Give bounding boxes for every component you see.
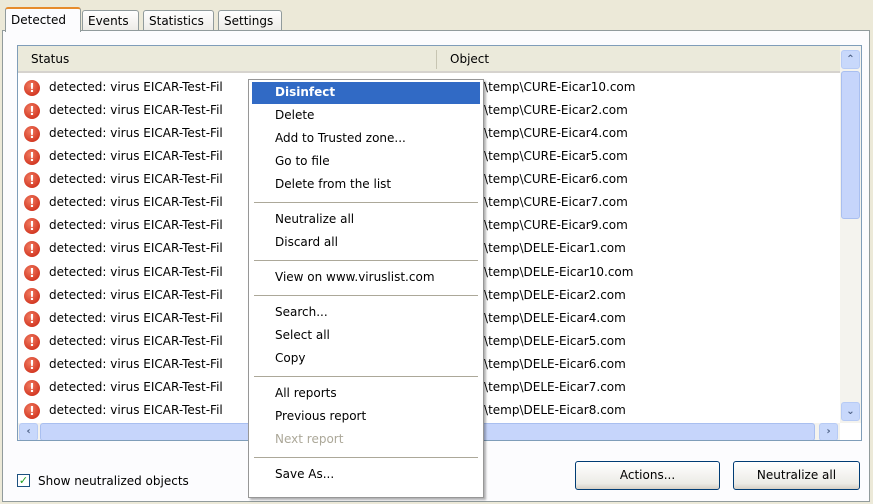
menu-item-next-report: Next report (275, 432, 344, 446)
menu-item-save-as[interactable]: Save As... (252, 464, 480, 486)
row-object: :\temp\CURE-Eicar4.com (480, 126, 628, 141)
row-status: detected: virus EICAR-Test-Fil (49, 402, 223, 417)
row-status: detected: virus EICAR-Test-Fil (49, 218, 223, 233)
row-object: :\temp\DELE-Eicar6.com (480, 356, 626, 371)
menu-item-neutralize-all[interactable]: Neutralize all (252, 209, 480, 231)
context-menu: Disinfect Delete Add to Trusted zone... Go … (248, 79, 484, 498)
menu-item-previous-report[interactable]: Previous report (252, 406, 480, 428)
alert-icon: ! (24, 402, 40, 419)
row-object: :\temp\DELE-Eicar10.com (480, 264, 634, 279)
alert-icon: ! (24, 80, 40, 96)
row-status: detected: virus EICAR-Test-Fil (49, 356, 223, 371)
list-header: Status Object (18, 46, 840, 73)
menu-item-all-reports[interactable]: All reports (252, 383, 480, 405)
alert-icon: ! (24, 241, 40, 258)
alert-icon: ! (24, 310, 40, 327)
row-status: detected: virus EICAR-Test-Fil (49, 126, 223, 141)
row-status: detected: virus EICAR-Test-Fil (49, 195, 223, 210)
column-object[interactable]: Object (450, 52, 489, 66)
tab-settings[interactable]: Settings (218, 10, 282, 31)
alert-icon: ! (24, 126, 40, 143)
alert-icon: ! (24, 333, 40, 350)
scroll-left-button[interactable]: ‹ (19, 423, 38, 440)
vertical-scrollbar[interactable]: ⌃ ⌄ (840, 46, 861, 423)
menu-separator (254, 202, 478, 203)
row-status: detected: virus EICAR-Test-Fil (49, 310, 223, 325)
show-neutralized-label[interactable]: Show neutralized objects (38, 474, 189, 488)
row-object: :\temp\CURE-Eicar7.com (480, 195, 628, 210)
column-divider[interactable] (436, 50, 437, 69)
actions-button[interactable]: Actions... (575, 461, 720, 490)
row-object: :\temp\CURE-Eicar2.com (480, 103, 628, 118)
row-status: detected: virus EICAR-Test-Fil (49, 379, 223, 394)
menu-item-delete[interactable]: Delete (252, 105, 480, 127)
alert-icon: ! (24, 218, 40, 235)
vertical-scroll-thumb[interactable] (841, 71, 860, 219)
row-object: :\temp\DELE-Eicar8.com (480, 402, 626, 417)
row-status: detected: virus EICAR-Test-Fil (49, 333, 223, 348)
tab-detected[interactable]: Detected (5, 7, 81, 32)
menu-item-view-on-www-viruslist-com[interactable]: View on www.viruslist.com (252, 267, 480, 289)
menu-item-go-to-file[interactable]: Go to file (252, 151, 480, 173)
scroll-right-button[interactable]: › (819, 423, 838, 440)
row-object: :\temp\CURE-Eicar9.com (480, 218, 628, 233)
menu-item-copy[interactable]: Copy (252, 348, 480, 370)
alert-icon: ! (24, 264, 40, 281)
alert-icon: ! (24, 172, 40, 189)
row-object: :\temp\DELE-Eicar1.com (480, 241, 626, 256)
row-object: :\temp\DELE-Eicar7.com (480, 379, 626, 394)
menu-separator (254, 457, 478, 458)
alert-icon: ! (24, 379, 40, 396)
scroll-down-button[interactable]: ⌄ (841, 402, 860, 421)
row-status: detected: virus EICAR-Test-Fil (49, 287, 223, 302)
row-status: detected: virus EICAR-Test-Fil (49, 172, 223, 187)
row-status: detected: virus EICAR-Test-Fil (49, 149, 223, 164)
row-object: :\temp\CURE-Eicar6.com (480, 172, 628, 187)
menu-separator (254, 260, 478, 261)
tab-events[interactable]: Events (82, 10, 139, 31)
alert-icon: ! (24, 195, 40, 212)
menu-separator (254, 376, 478, 377)
row-status: detected: virus EICAR-Test-Fil (49, 80, 223, 94)
tab-statistics[interactable]: Statistics (143, 10, 214, 31)
alert-icon: ! (24, 103, 40, 120)
menu-item-delete-from-the-list[interactable]: Delete from the list (252, 174, 480, 196)
alert-icon: ! (24, 287, 40, 304)
scroll-up-button[interactable]: ⌃ (841, 50, 860, 69)
menu-item-disinfect[interactable]: Disinfect (252, 82, 480, 104)
row-object: :\temp\DELE-Eicar5.com (480, 333, 626, 348)
menu-item-discard-all[interactable]: Discard all (252, 232, 480, 254)
menu-item-add-to-trusted-zone[interactable]: Add to Trusted zone... (252, 128, 480, 150)
row-object: :\temp\DELE-Eicar4.com (480, 310, 626, 325)
row-status: detected: virus EICAR-Test-Fil (49, 103, 223, 118)
menu-item-search[interactable]: Search... (252, 302, 480, 324)
alert-icon: ! (24, 149, 40, 166)
neutralize-all-button[interactable]: Neutralize all (733, 461, 860, 490)
show-neutralized-checkbox[interactable]: ✓ (17, 474, 30, 487)
alert-icon: ! (24, 356, 40, 373)
row-status: detected: virus EICAR-Test-Fil (49, 241, 223, 256)
column-status[interactable]: Status (31, 52, 69, 66)
menu-item-select-all[interactable]: Select all (252, 325, 480, 347)
row-object: :\temp\DELE-Eicar2.com (480, 287, 626, 302)
row-object: :\temp\CURE-Eicar10.com (480, 80, 636, 94)
row-status: detected: virus EICAR-Test-Fil (49, 264, 223, 279)
row-object: :\temp\CURE-Eicar5.com (480, 149, 628, 164)
menu-separator (254, 295, 478, 296)
